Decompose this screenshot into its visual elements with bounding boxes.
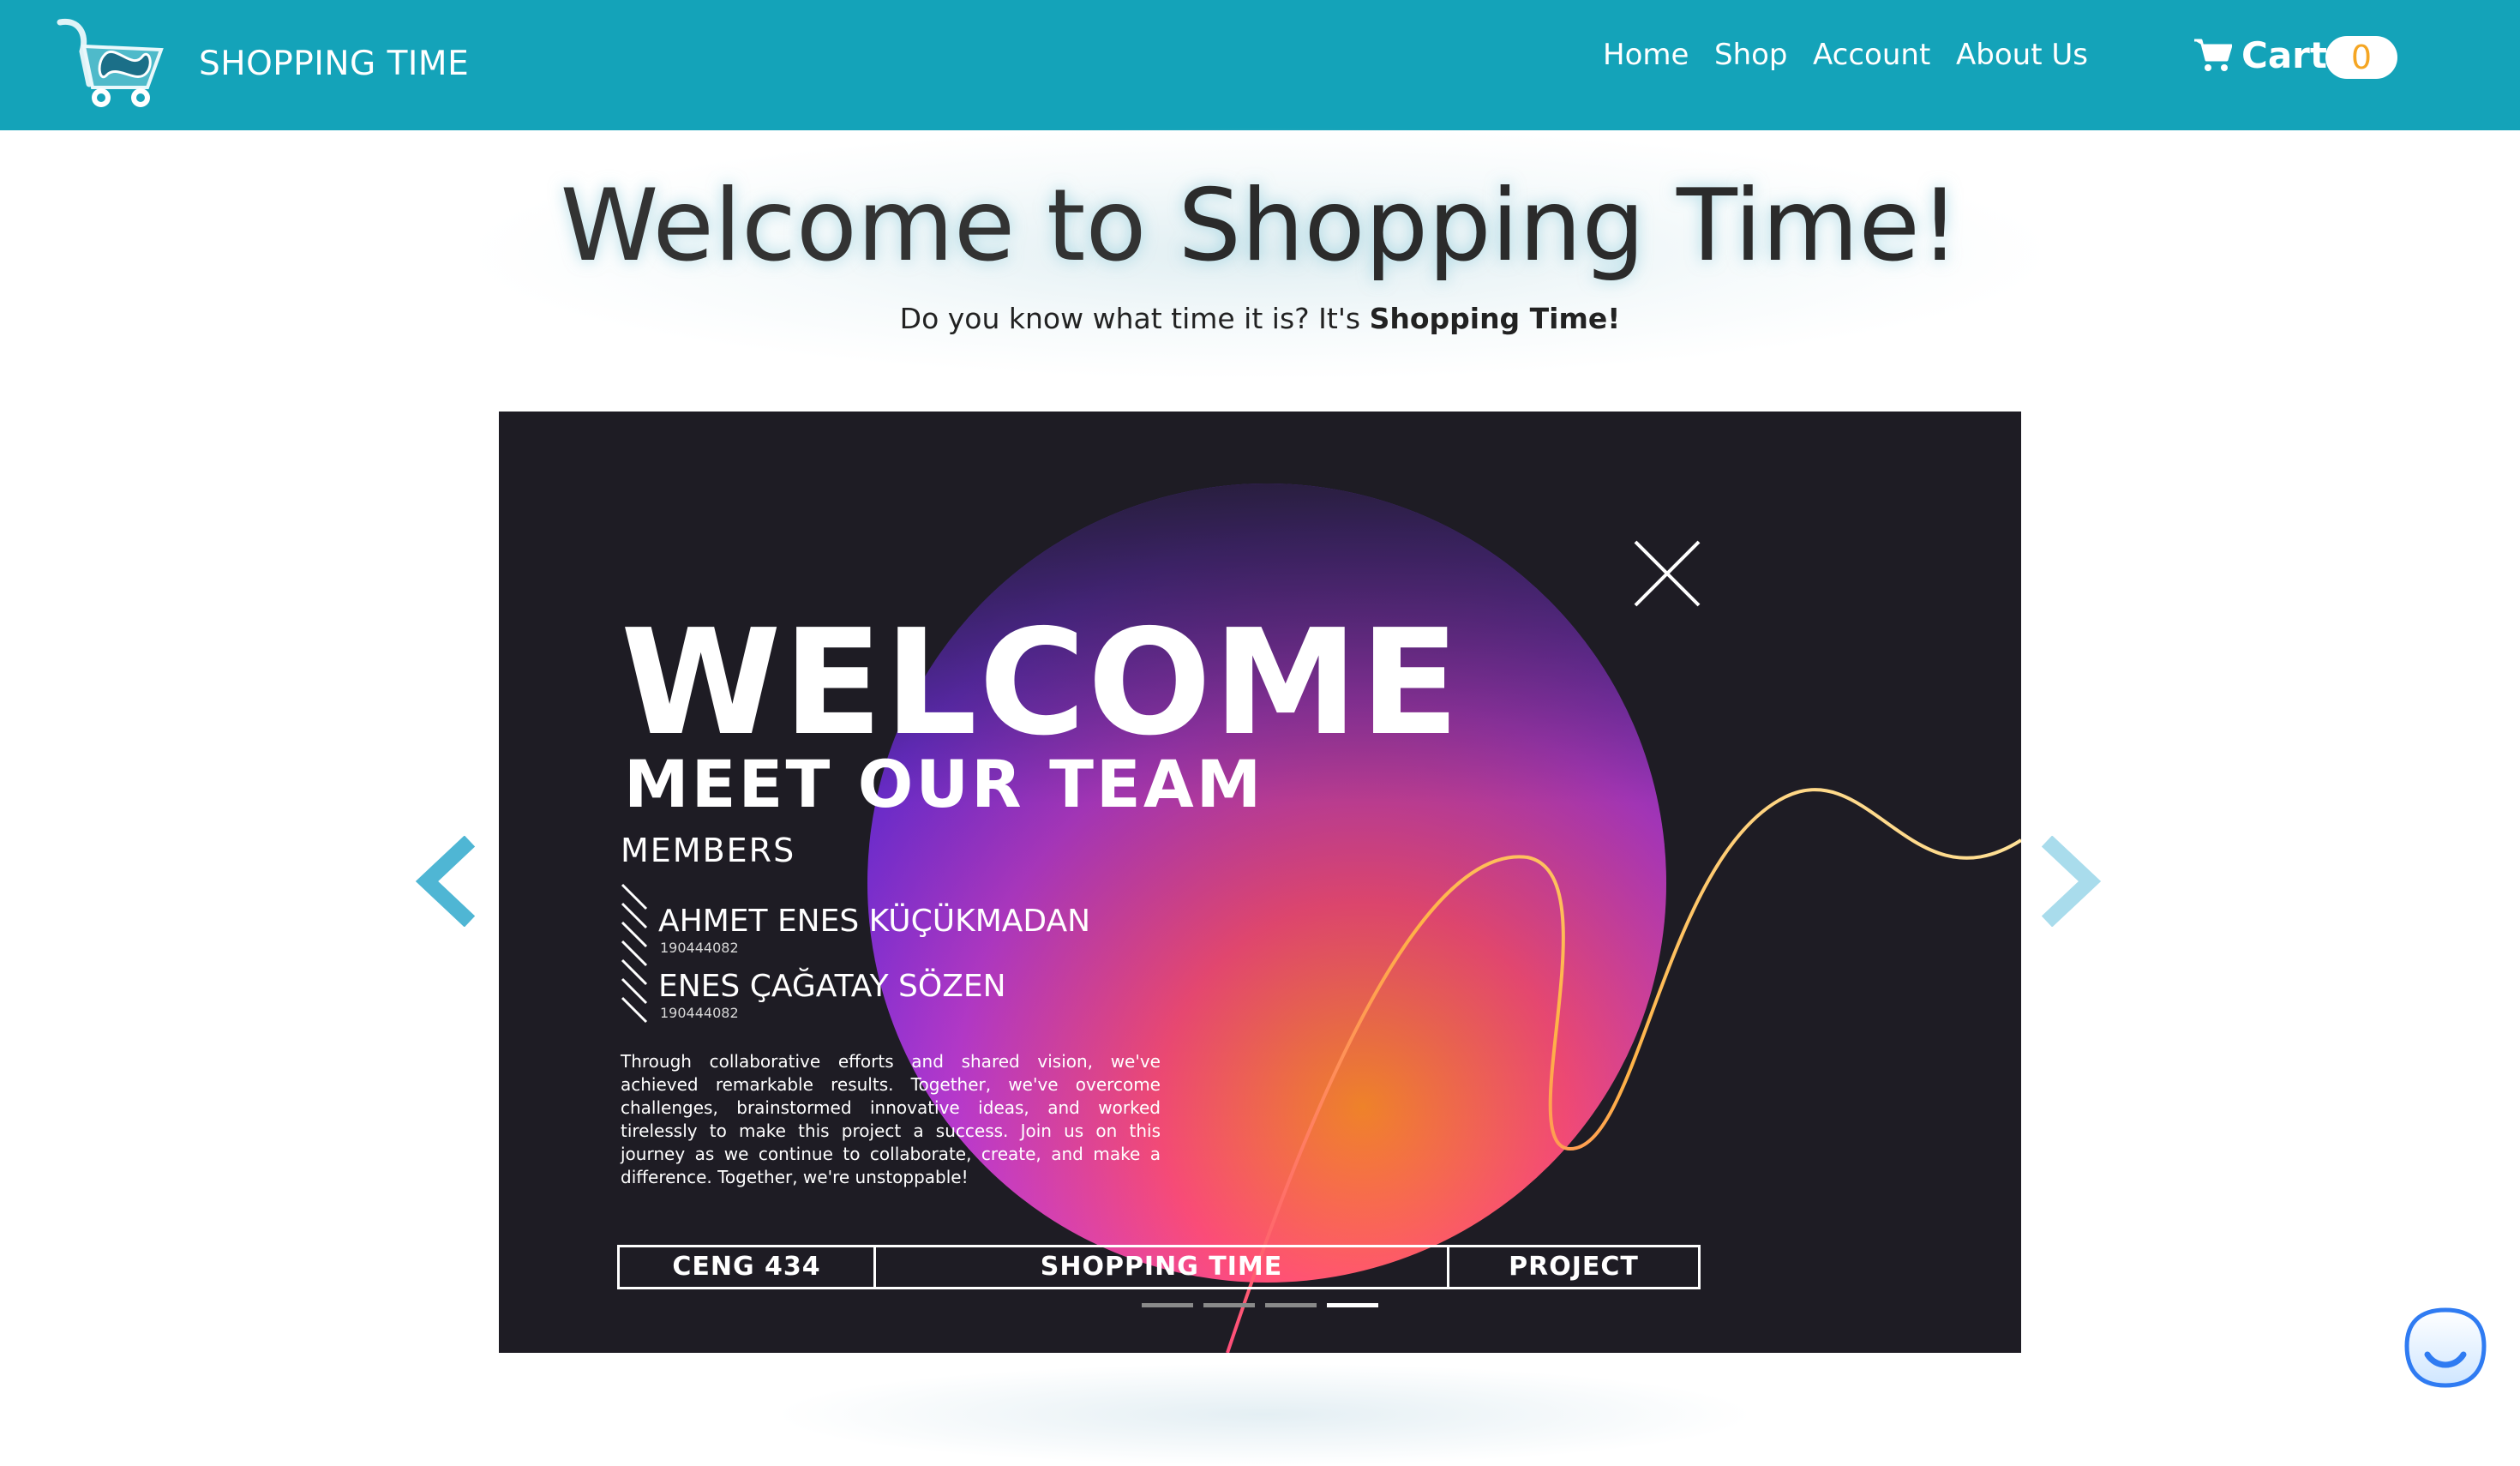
footer-cell-name: SHOPPING TIME — [873, 1245, 1449, 1289]
nav-home[interactable]: Home — [1603, 38, 1689, 72]
carousel: WELCOME MEET OUR TEAM MEMBERS AHMET ENES… — [499, 412, 2021, 1353]
slide-heading: WELCOME — [621, 598, 1461, 768]
brand-name[interactable]: SHOPPING TIME — [199, 45, 469, 83]
members-label: MEMBERS — [621, 832, 796, 869]
cart-icon — [2194, 38, 2233, 72]
page-title-part2: Shopping Time! — [1178, 168, 1960, 284]
nav-account[interactable]: Account — [1813, 38, 1930, 72]
page-subtitle: Do you know what time it is? It's Shoppi… — [0, 302, 2520, 335]
page-title: Welcome to Shopping Time! — [0, 168, 2520, 284]
slide-artwork — [621, 484, 2021, 1353]
chevron-right-icon — [2041, 835, 2102, 928]
footer-cell-project: PROJECT — [1447, 1245, 1701, 1289]
navbar: SHOPPING TIME Home Shop Account About Us… — [0, 0, 2520, 130]
page-title-part1: Welcome to — [560, 168, 1179, 284]
carousel-prev-button[interactable] — [415, 835, 480, 928]
slide-subheading: MEET OUR TEAM — [624, 746, 1264, 822]
member-id-2: 190444082 — [660, 1005, 739, 1021]
carousel-indicator-1[interactable] — [1142, 1303, 1193, 1307]
carousel-next-button[interactable] — [2037, 835, 2102, 928]
page-subtitle-part2: Shopping Time! — [1369, 302, 1621, 335]
bottom-glow — [771, 1363, 1757, 1466]
chat-smile-icon — [2404, 1307, 2487, 1388]
cart-label: Cart — [2241, 34, 2327, 76]
member-name-1: AHMET ENES KÜÇÜKMADAN — [658, 904, 1091, 939]
page-subtitle-part1: Do you know what time it is? It's — [899, 302, 1370, 335]
nav-about-us[interactable]: About Us — [1956, 38, 2088, 72]
shopping-cart-logo[interactable] — [53, 17, 177, 110]
chevron-left-icon — [415, 835, 476, 928]
member-name-2: ENES ÇAĞATAY SÖZEN — [658, 969, 1006, 1004]
cart-count-badge: 0 — [2325, 36, 2397, 79]
team-description: Through collaborative efforts and shared… — [621, 1051, 1161, 1187]
carousel-indicator-2[interactable] — [1203, 1303, 1255, 1307]
nav-shop[interactable]: Shop — [1714, 38, 1788, 72]
footer-cell-course: CENG 434 — [617, 1245, 876, 1289]
member-id-1: 190444082 — [660, 940, 739, 956]
chat-button[interactable] — [2403, 1307, 2487, 1391]
carousel-indicator-3[interactable] — [1265, 1303, 1317, 1307]
carousel-indicator-4[interactable] — [1327, 1303, 1378, 1307]
